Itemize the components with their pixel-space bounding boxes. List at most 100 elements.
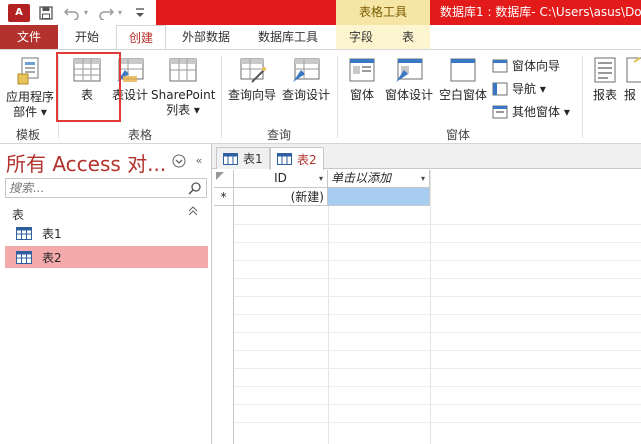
query-wizard-icon	[238, 56, 266, 84]
row-selector[interactable]: *	[214, 188, 234, 206]
grid-line	[234, 242, 641, 243]
table-icon	[223, 152, 238, 165]
column-header-click-to-add[interactable]: 单击以添加 ▾	[328, 170, 430, 188]
access-logo-icon: A	[8, 3, 30, 22]
report-design-icon	[624, 56, 641, 84]
navigation-label: 导航 ▾	[512, 82, 546, 96]
query-wizard-label: 查询向导	[227, 88, 276, 102]
grid-line	[234, 224, 641, 225]
quick-access-toolbar: A ▾ ▾	[0, 0, 150, 25]
grid-line	[234, 404, 641, 405]
redo-icon[interactable]	[96, 3, 116, 23]
doc-tab-label: 表1	[243, 152, 263, 166]
shutter-bar-close-icon[interactable]: «	[192, 154, 206, 168]
form-wizard-button[interactable]: 窗体向导	[492, 57, 560, 74]
redo-dropdown-icon[interactable]: ▾	[116, 3, 124, 23]
more-forms-button[interactable]: 其他窗体 ▾	[492, 103, 570, 120]
customize-qat-icon[interactable]	[130, 3, 150, 23]
ribbon-separator	[221, 56, 222, 138]
tab-database-tools[interactable]: 数据库工具	[258, 25, 318, 49]
query-design-label: 查询设计	[281, 88, 330, 102]
grid-line	[328, 170, 329, 444]
doc-tab-table1[interactable]: 表1	[216, 147, 270, 169]
document-area: 表1 表2 ID ▾ 单击以添加 ▾ * (新建)	[212, 144, 641, 444]
grid-line	[234, 386, 641, 387]
blank-form-icon	[449, 56, 477, 84]
form-wizard-icon	[492, 59, 508, 72]
collapse-group-icon[interactable]	[188, 206, 198, 219]
form-design-icon	[394, 56, 424, 84]
nav-item-table1[interactable]: 表1	[5, 222, 208, 244]
table-icon	[16, 250, 32, 264]
search-input[interactable]	[6, 179, 176, 197]
highlight-box	[56, 52, 121, 122]
row-selector-column	[214, 170, 234, 444]
column-dropdown-icon[interactable]: ▾	[421, 170, 425, 187]
navigation-pane: 所有 Access 对... « 表 表1 表2	[0, 144, 212, 444]
report-button[interactable]: 报表	[588, 56, 622, 103]
tab-external-data[interactable]: 外部数据	[182, 25, 230, 49]
nav-item-label: 表1	[42, 226, 62, 241]
application-parts-button[interactable]: 应用程序 部件 ▾	[4, 56, 56, 120]
tab-home[interactable]: 开始	[75, 25, 99, 49]
window-title: 数据库1 : 数据库- C:\Users\asus\Do	[440, 5, 641, 19]
group-label-templates: 模板	[16, 128, 41, 142]
tab-file[interactable]: 文件	[0, 25, 58, 49]
sharepoint-label-1: SharePoint	[151, 88, 216, 102]
grid-line	[234, 278, 641, 279]
sharepoint-lists-button[interactable]: SharePoint 列表 ▾	[151, 56, 215, 118]
blank-form-label: 空白窗体	[438, 88, 487, 102]
grid-line	[234, 332, 641, 333]
tab-table[interactable]: 表	[386, 25, 430, 49]
grid-line	[234, 368, 641, 369]
nav-pane-title[interactable]: 所有 Access 对...	[6, 148, 166, 177]
report-label: 报表	[592, 88, 617, 102]
column-header-label: ID	[274, 171, 287, 185]
tab-create[interactable]: 创建	[116, 25, 166, 49]
form-wizard-label: 窗体向导	[512, 59, 561, 73]
application-parts-icon	[16, 56, 44, 86]
datasheet-grid: ID ▾ 单击以添加 ▾ * (新建)	[212, 170, 641, 444]
nav-search-box	[5, 178, 207, 198]
undo-icon[interactable]	[62, 3, 82, 23]
more-forms-icon	[492, 105, 508, 118]
nav-group-tables[interactable]: 表	[12, 206, 24, 223]
nav-item-table2[interactable]: 表2	[5, 246, 208, 268]
search-icon[interactable]	[188, 181, 202, 195]
grid-line	[234, 296, 641, 297]
blank-form-button[interactable]: 空白窗体	[437, 56, 489, 103]
nav-pane-menu-icon[interactable]	[172, 154, 186, 168]
sharepoint-list-icon	[169, 56, 197, 84]
select-all-corner[interactable]	[214, 170, 234, 188]
column-header-id[interactable]: ID ▾	[234, 170, 328, 188]
doc-tab-table2[interactable]: 表2	[270, 147, 324, 170]
form-button[interactable]: 窗体	[343, 56, 381, 103]
form-label: 窗体	[349, 88, 374, 102]
sharepoint-label-2: 列表 ▾	[166, 103, 200, 117]
report-icon	[592, 56, 618, 84]
doc-tab-label: 表2	[297, 152, 317, 167]
group-label-tables: 表格	[128, 128, 153, 142]
nav-item-label: 表2	[42, 250, 62, 265]
report-design-button[interactable]: 报	[624, 56, 641, 103]
table-cell-id[interactable]: (新建)	[234, 188, 328, 206]
table-icon	[277, 153, 292, 165]
undo-dropdown-icon[interactable]: ▾	[82, 3, 90, 23]
group-label-forms: 窗体	[446, 128, 471, 142]
column-dropdown-icon[interactable]: ▾	[319, 170, 323, 187]
ribbon-separator	[337, 56, 338, 138]
table-cell-click-to-add[interactable]	[328, 188, 430, 206]
more-forms-label: 其他窗体 ▾	[512, 105, 570, 119]
application-parts-label-2: 部件 ▾	[13, 105, 47, 119]
query-wizard-button[interactable]: 查询向导	[226, 56, 278, 103]
save-icon[interactable]	[36, 3, 56, 23]
query-design-button[interactable]: 查询设计	[280, 56, 332, 103]
form-icon	[348, 56, 376, 84]
navigation-button[interactable]: 导航 ▾	[492, 80, 546, 97]
group-label-queries: 查询	[267, 128, 292, 142]
form-design-button[interactable]: 窗体设计	[383, 56, 435, 103]
navigation-icon	[492, 82, 508, 95]
grid-line	[234, 350, 641, 351]
tab-fields[interactable]: 字段	[336, 25, 386, 49]
query-design-icon	[291, 56, 321, 84]
